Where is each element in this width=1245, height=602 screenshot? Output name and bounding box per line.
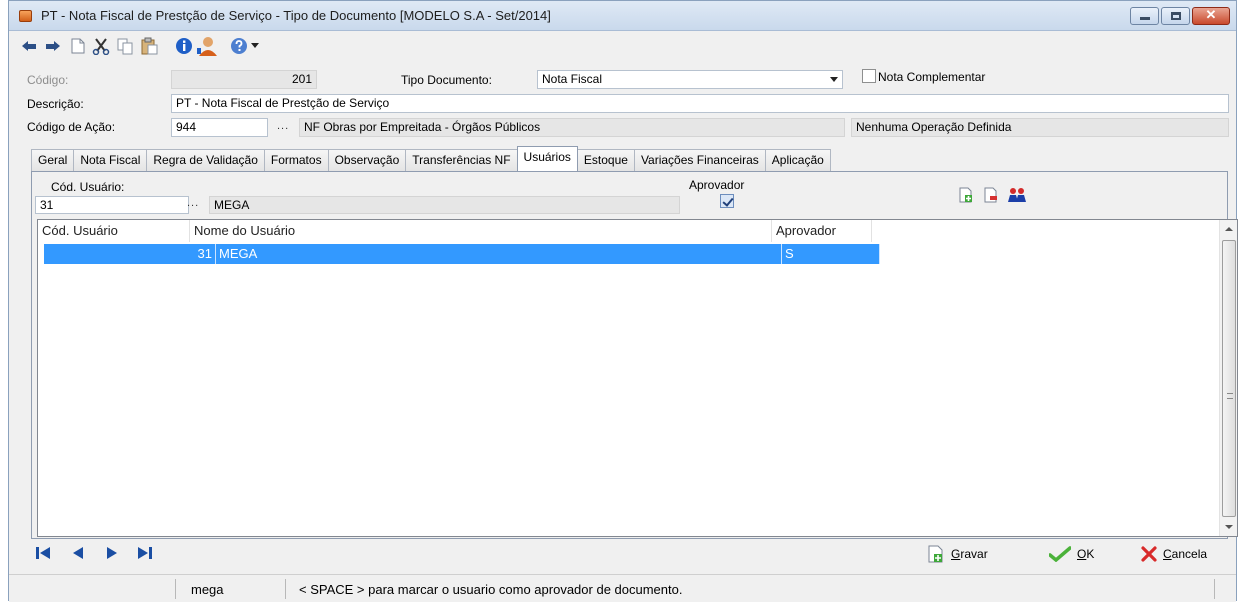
status-separator bbox=[175, 579, 176, 599]
minimize-button[interactable] bbox=[1130, 7, 1159, 25]
aprovador-label: Aprovador bbox=[689, 178, 745, 192]
vertical-scrollbar[interactable] bbox=[1219, 220, 1237, 536]
tab-geral[interactable]: Geral bbox=[31, 149, 75, 171]
column-header-nome-usuario[interactable]: Nome do Usuário bbox=[190, 220, 772, 242]
gravar-button[interactable]: Gravar bbox=[927, 544, 988, 564]
cod-usuario-lookup-button[interactable]: ... bbox=[187, 197, 199, 209]
tab-variacoes-financeiras[interactable]: Variações Financeiras bbox=[633, 149, 766, 171]
cell-aprovador: S bbox=[782, 244, 880, 264]
table-row[interactable]: 31 MEGA S bbox=[44, 244, 880, 264]
tab-strip: Geral Nota Fiscal Regra de Validação For… bbox=[31, 146, 831, 171]
tipo-documento-label: Tipo Documento: bbox=[401, 73, 492, 87]
tab-transferencias-nf[interactable]: Transferências NF bbox=[405, 149, 518, 171]
minimize-icon bbox=[1140, 17, 1150, 20]
previous-record-icon[interactable] bbox=[71, 546, 87, 560]
codigo-field: 201 bbox=[171, 70, 317, 89]
scroll-thumb[interactable] bbox=[1222, 240, 1236, 517]
cancel-x-icon bbox=[1141, 546, 1157, 562]
tab-regra-validacao[interactable]: Regra de Validação bbox=[146, 149, 265, 171]
status-message: < SPACE > para marcar o usuario como apr… bbox=[299, 582, 683, 597]
cod-usuario-label: Cód. Usuário: bbox=[51, 180, 125, 194]
tab-aplicacao[interactable]: Aplicação bbox=[764, 149, 831, 171]
redo-icon[interactable] bbox=[43, 36, 63, 56]
ok-button[interactable]: OK bbox=[1049, 544, 1094, 564]
gravar-label: Gravar bbox=[951, 547, 988, 561]
status-bar: mega < SPACE > para marcar o usuario com… bbox=[9, 574, 1236, 602]
tab-nota-fiscal[interactable]: Nota Fiscal bbox=[73, 149, 148, 171]
column-header-cod-usuario[interactable]: Cód. Usuário bbox=[38, 220, 190, 242]
aprovador-checkbox[interactable] bbox=[720, 194, 734, 208]
status-separator bbox=[285, 579, 286, 599]
tab-estoque[interactable]: Estoque bbox=[576, 149, 635, 171]
maximize-icon bbox=[1171, 12, 1181, 20]
user-icon[interactable] bbox=[195, 36, 219, 56]
descricao-field[interactable]: PT - Nota Fiscal de Prestção de Serviço bbox=[171, 94, 1229, 113]
undo-icon[interactable] bbox=[19, 36, 39, 56]
users-group-icon[interactable] bbox=[1006, 185, 1028, 205]
new-document-icon[interactable] bbox=[69, 36, 87, 56]
status-user: mega bbox=[191, 582, 224, 597]
codigo-acao-lookup-button[interactable]: ... bbox=[277, 120, 289, 132]
tab-formatos[interactable]: Formatos bbox=[263, 149, 329, 171]
scroll-up-icon[interactable] bbox=[1225, 227, 1233, 231]
info-icon[interactable] bbox=[173, 36, 195, 56]
last-record-icon[interactable] bbox=[137, 546, 153, 560]
tab-usuarios[interactable]: Usuários bbox=[516, 146, 578, 171]
cut-icon[interactable] bbox=[91, 36, 111, 56]
cell-cod-usuario: 31 bbox=[44, 244, 216, 264]
app-icon bbox=[19, 10, 32, 22]
checkmark-icon bbox=[1049, 546, 1071, 562]
status-separator bbox=[1214, 579, 1215, 599]
codigo-acao-field[interactable]: 944 bbox=[171, 118, 268, 137]
copy-icon[interactable] bbox=[115, 36, 135, 56]
codigo-acao-label: Código de Ação: bbox=[27, 120, 116, 134]
add-user-icon[interactable] bbox=[957, 185, 975, 205]
save-icon bbox=[928, 545, 943, 563]
first-record-icon[interactable] bbox=[35, 546, 51, 560]
tipo-documento-select[interactable]: Nota Fiscal bbox=[537, 70, 843, 89]
cancela-button[interactable]: Cancela bbox=[1141, 544, 1207, 564]
cancela-label: Cancela bbox=[1163, 547, 1208, 561]
chevron-down-icon bbox=[830, 77, 838, 82]
nome-usuario-field: MEGA bbox=[209, 196, 680, 214]
cell-nome-usuario: MEGA bbox=[216, 244, 782, 264]
codigo-label: Código: bbox=[27, 73, 69, 87]
toolbar bbox=[9, 31, 1236, 61]
operacao-field: Nenhuma Operação Definida bbox=[851, 118, 1229, 137]
title-bar: PT - Nota Fiscal de Prestção de Serviço … bbox=[9, 1, 1236, 31]
grid-header: Cód. Usuário Nome do Usuário Aprovador bbox=[38, 220, 872, 242]
tipo-documento-value: Nota Fiscal bbox=[542, 72, 603, 86]
ok-label: OK bbox=[1077, 547, 1095, 561]
close-button[interactable]: ✕ bbox=[1192, 7, 1230, 25]
scroll-down-icon[interactable] bbox=[1225, 525, 1233, 529]
tab-observacao[interactable]: Observação bbox=[327, 149, 407, 171]
cod-usuario-field[interactable]: 31 bbox=[35, 196, 189, 214]
users-grid[interactable]: Cód. Usuário Nome do Usuário Aprovador 3… bbox=[37, 219, 1238, 537]
remove-user-icon[interactable] bbox=[982, 185, 1000, 205]
nota-complementar-label: Nota Complementar bbox=[878, 70, 986, 84]
paste-icon[interactable] bbox=[139, 36, 159, 56]
nota-complementar-checkbox[interactable] bbox=[862, 69, 876, 83]
codigo-acao-description: NF Obras por Empreitada - Órgãos Público… bbox=[299, 118, 845, 137]
descricao-label: Descrição: bbox=[27, 97, 84, 111]
document-type-window: PT - Nota Fiscal de Prestção de Serviço … bbox=[8, 0, 1238, 602]
maximize-button[interactable] bbox=[1161, 7, 1190, 25]
next-record-icon[interactable] bbox=[105, 546, 121, 560]
window-title: PT - Nota Fiscal de Prestção de Serviço … bbox=[41, 8, 551, 23]
help-icon[interactable] bbox=[229, 36, 249, 56]
dropdown-arrow-icon[interactable] bbox=[249, 36, 261, 56]
column-header-aprovador[interactable]: Aprovador bbox=[772, 220, 872, 242]
close-icon: ✕ bbox=[1205, 7, 1217, 22]
grip-icon bbox=[1227, 393, 1233, 399]
